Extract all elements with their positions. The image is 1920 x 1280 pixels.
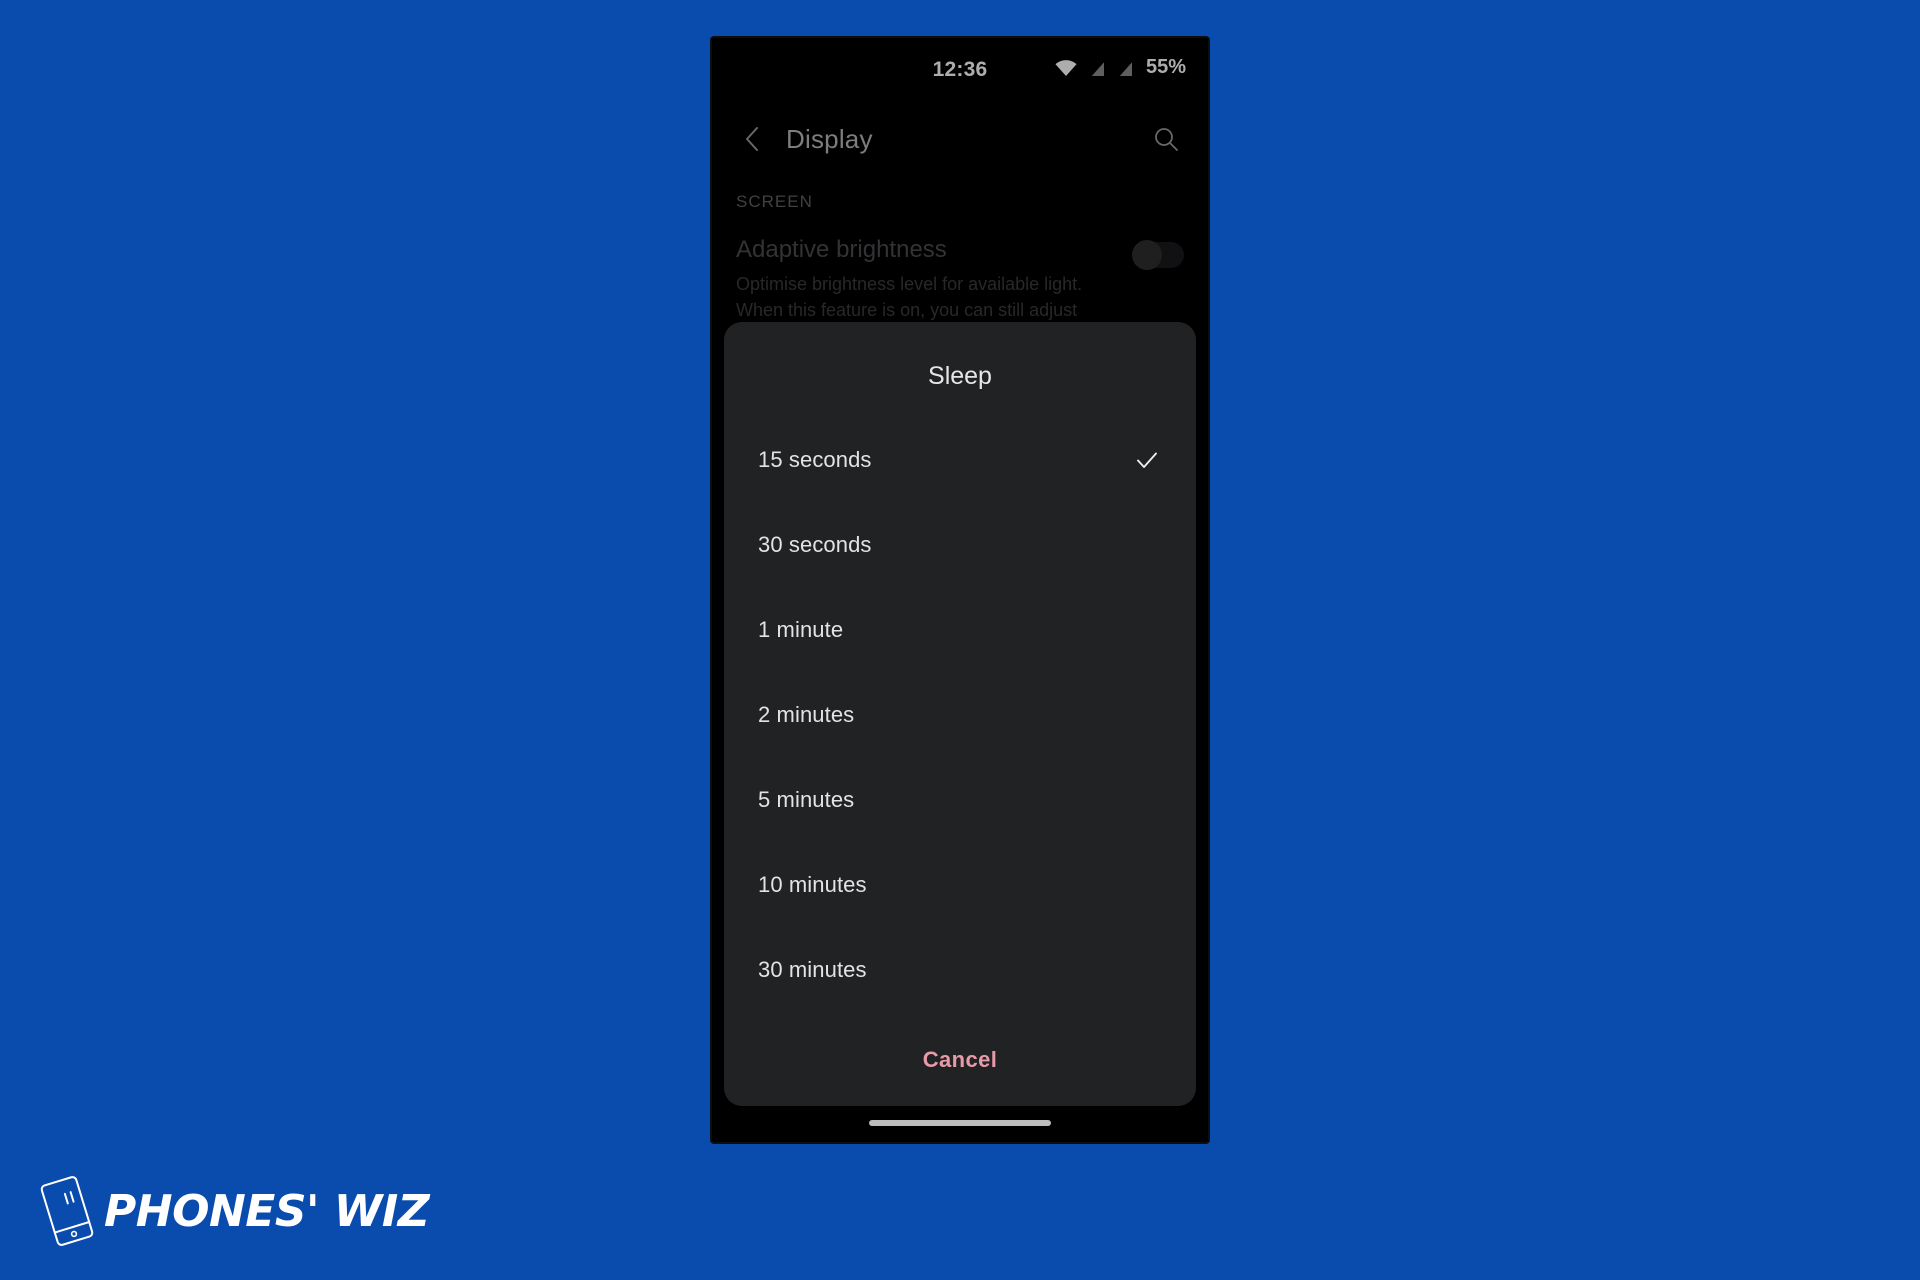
sleep-dialog: Sleep 15 seconds 30 seconds 1 minute 2 m… (724, 322, 1196, 1106)
option-label: 10 minutes (758, 871, 867, 897)
option-label: 30 seconds (758, 531, 872, 557)
option-row-30-seconds[interactable]: 30 seconds (724, 502, 1196, 587)
sleep-options-list: 15 seconds 30 seconds 1 minute 2 minutes… (724, 417, 1196, 1014)
watermark: PHONES' WIZ (36, 1174, 430, 1248)
cancel-button[interactable]: Cancel (724, 1014, 1196, 1106)
option-label: 2 minutes (758, 701, 855, 727)
dialog-title: Sleep (928, 362, 992, 390)
option-row-15-seconds[interactable]: 15 seconds (724, 417, 1196, 502)
option-row-30-minutes[interactable]: 30 minutes (724, 927, 1196, 1012)
option-row-2-minutes[interactable]: 2 minutes (724, 672, 1196, 757)
option-row-1-minute[interactable]: 1 minute (724, 587, 1196, 672)
option-label: 5 minutes (758, 786, 855, 812)
phone-frame: 12:36 55% Display SCREEN Adaptive bright… (710, 36, 1210, 1144)
checkmark-icon (1132, 445, 1162, 475)
phone-outline-icon (40, 1176, 94, 1246)
option-label: 30 minutes (758, 956, 867, 982)
option-label: 1 minute (758, 616, 844, 642)
phone-screen: 12:36 55% Display SCREEN Adaptive bright… (712, 38, 1208, 1142)
option-label: 15 seconds (758, 446, 872, 472)
watermark-text: PHONES' WIZ (104, 1185, 430, 1237)
option-row-10-minutes[interactable]: 10 minutes (724, 842, 1196, 927)
option-row-5-minutes[interactable]: 5 minutes (724, 757, 1196, 842)
home-indicator[interactable] (869, 1120, 1051, 1126)
